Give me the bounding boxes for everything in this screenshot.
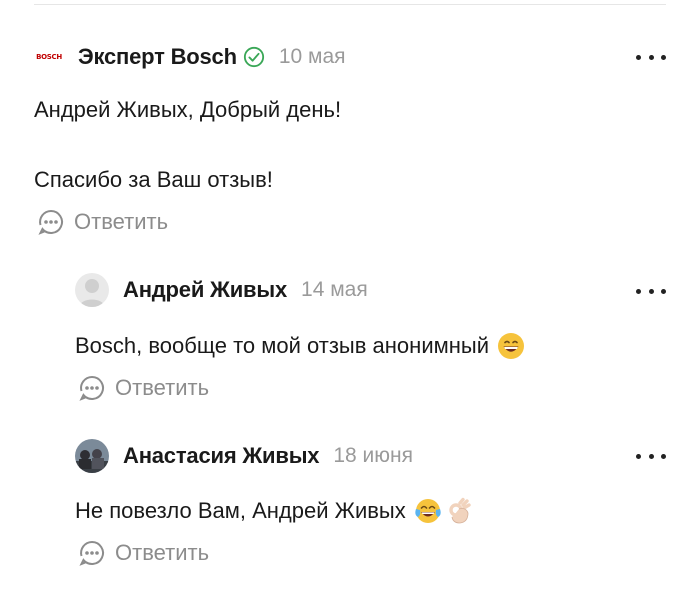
- comment-date: 18 июня: [333, 444, 413, 467]
- reply-button[interactable]: Ответить: [78, 374, 209, 402]
- grinning-face-emoji-icon: [497, 333, 524, 359]
- face-with-tears-of-joy-emoji-icon: [415, 499, 441, 523]
- comment-header: BOSCH Эксперт Bosch 10 мая: [34, 40, 346, 74]
- comment-body: Не повезло Вам, Андрей Живых: [75, 497, 474, 525]
- comment-body: Bosch, вообще то мой отзыв анонимный: [75, 332, 525, 360]
- top-divider: [34, 4, 666, 5]
- avatar[interactable]: [75, 273, 109, 307]
- more-options-button[interactable]: [636, 52, 666, 62]
- comment-author[interactable]: Анастасия Живых: [123, 443, 320, 469]
- comment-bubble-icon: [38, 210, 63, 235]
- comment-text: Bosch, вообще то мой отзыв анонимный: [75, 333, 489, 358]
- bosch-logo: BOSCH: [36, 53, 62, 61]
- comment-author[interactable]: Андрей Живых: [123, 277, 287, 303]
- comment-author[interactable]: Эксперт Bosch: [78, 44, 237, 70]
- reply-label: Ответить: [74, 209, 169, 234]
- comment-bubble-icon: [79, 376, 104, 401]
- comment-date: 10 мая: [278, 45, 346, 68]
- reply-label: Ответить: [115, 540, 210, 565]
- reply-button[interactable]: Ответить: [78, 539, 209, 567]
- more-options-button[interactable]: [636, 451, 666, 461]
- verified-check-icon: [243, 46, 264, 68]
- comment-header: Анастасия Живых 18 июня: [75, 439, 413, 473]
- reply-label: Ответить: [115, 375, 210, 400]
- more-options-button[interactable]: [636, 286, 666, 296]
- comment-text: Спасибо за Ваш отзыв!: [34, 167, 273, 192]
- comment-bubble-icon: [79, 541, 104, 566]
- avatar[interactable]: [75, 439, 109, 473]
- reply-button[interactable]: Ответить: [37, 208, 168, 236]
- comment-text: Андрей Живых, Добрый день!: [34, 97, 342, 122]
- ok-hand-emoji-icon: [449, 497, 471, 524]
- comment-header: Андрей Живых 14 мая: [75, 273, 368, 307]
- comment-date: 14 мая: [301, 278, 368, 301]
- comment-text: Не повезло Вам, Андрей Живых: [75, 498, 406, 523]
